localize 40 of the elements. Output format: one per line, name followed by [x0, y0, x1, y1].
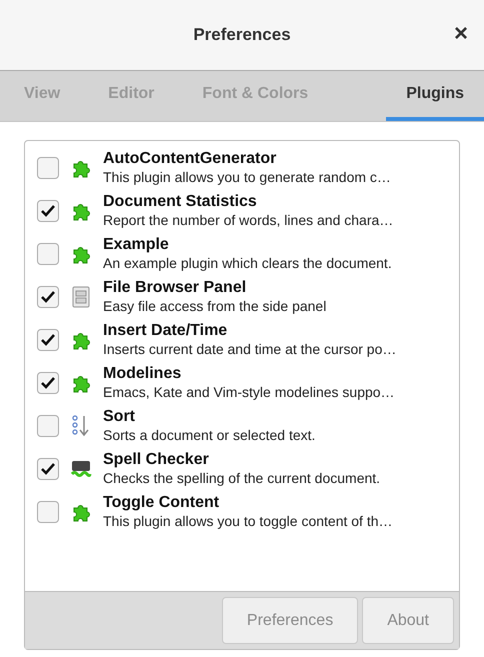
file-cabinet-icon [72, 286, 90, 308]
checkbox[interactable] [37, 328, 59, 350]
checkbox[interactable] [37, 500, 59, 522]
checkbox[interactable] [37, 200, 59, 222]
plugin-name: AutoContentGenerator [103, 150, 278, 168]
plugin-description: Emacs, Kate and Vim-style modelines suppo… [103, 382, 395, 400]
check-icon [40, 288, 56, 304]
plugin-description: An example plugin which clears the document. [103, 254, 392, 272]
plugin-name: Document Statistics [103, 192, 258, 210]
close-button[interactable]: × [454, 22, 468, 46]
sort-icon [71, 414, 91, 438]
tab[interactable]: View [0, 71, 84, 121]
plugin-description: Checks the spelling of the current document. [103, 468, 380, 486]
plugin-description: Inserts current date and time at the cursor po… [103, 340, 396, 358]
plugin-name: File Browser Panel [103, 278, 248, 296]
plugin-description: Sorts a document or selected text. [103, 426, 316, 444]
plugin-name: Modelines [103, 364, 182, 382]
plugin-description: This plugin allows you to toggle content of th… [103, 512, 393, 530]
check-icon [40, 202, 56, 218]
checkbox[interactable] [37, 458, 59, 480]
checkbox[interactable] [37, 242, 59, 264]
plugin-name: Toggle Content [103, 494, 220, 512]
plugin-description: This plugin allows you to generate random c… [103, 168, 391, 186]
tab[interactable]: Plugins [386, 71, 484, 121]
plugin-description: Easy file access from the side panel [103, 296, 326, 314]
tab[interactable]: Editor [84, 71, 178, 121]
check-icon [40, 332, 56, 348]
checkbox[interactable] [37, 156, 59, 178]
plugin-name: Insert Date/Time [103, 322, 228, 340]
plugin-name: Example [103, 236, 170, 254]
plugin-name: Spell Checker [103, 450, 210, 468]
window-title: Preferences [193, 24, 291, 46]
tab[interactable]: Font & Colors [178, 71, 332, 121]
plugin-name: Sort [103, 408, 136, 426]
checkbox[interactable] [37, 414, 59, 436]
check-icon [40, 374, 56, 390]
check-icon [40, 460, 56, 476]
checkbox[interactable] [37, 286, 59, 308]
checkbox[interactable] [37, 372, 59, 394]
plugin-description: Report the number of words, lines and chara… [103, 210, 394, 228]
